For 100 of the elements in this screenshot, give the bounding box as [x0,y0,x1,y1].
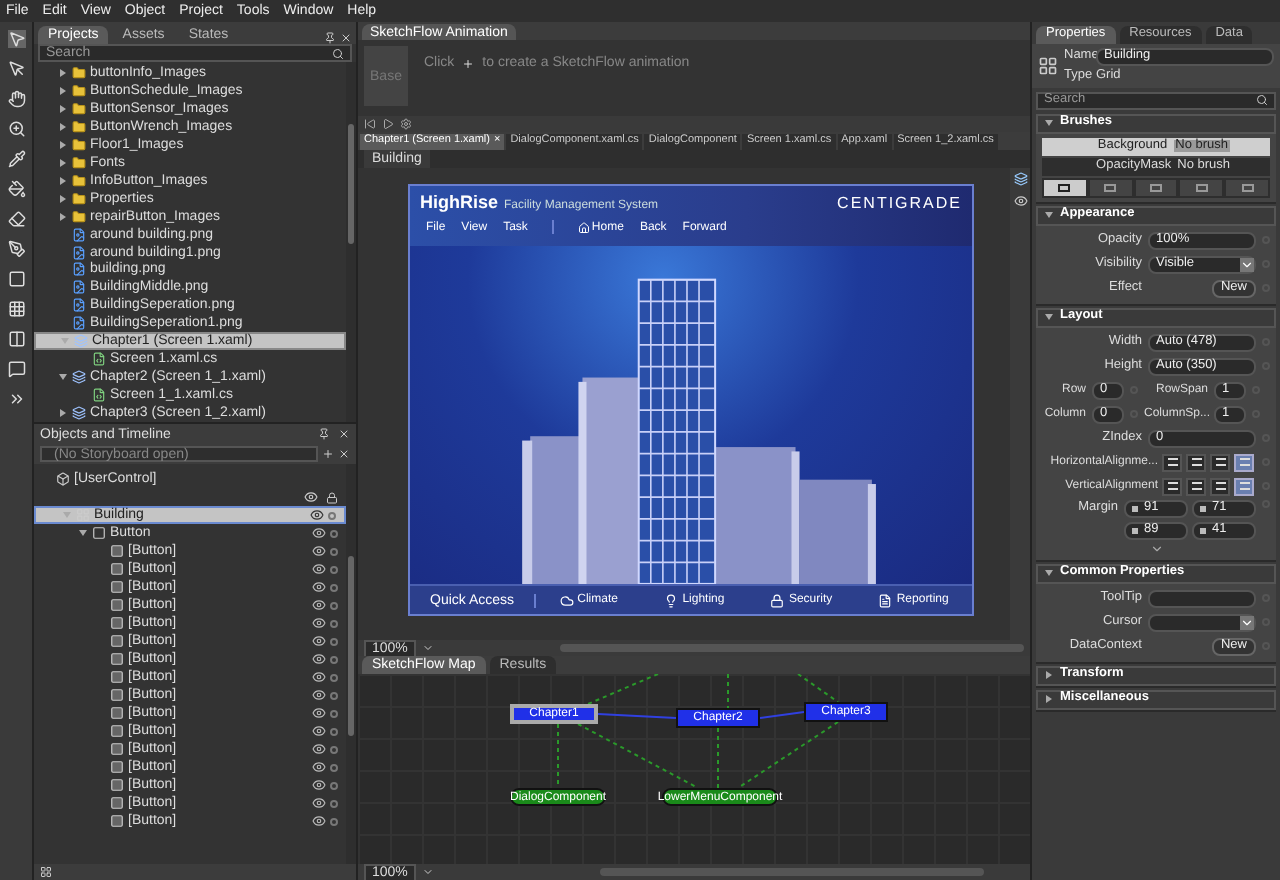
lock-toggle-icon[interactable] [330,727,338,735]
alignment-option[interactable] [1186,477,1206,495]
caret-down-icon[interactable] [58,372,68,383]
caret-down-icon[interactable] [78,528,88,538]
caret-right-icon[interactable] [58,103,68,114]
brush-type-tab[interactable] [1180,179,1223,195]
lock-toggle-icon[interactable] [330,547,338,555]
eyedropper-icon[interactable] [7,150,25,168]
paint-bucket-icon[interactable] [7,180,25,198]
alignment-option[interactable] [1186,453,1206,471]
lock-toggle-icon[interactable] [330,691,338,699]
add-icon[interactable] [462,57,475,69]
pen-icon[interactable] [7,240,25,258]
caret-right-icon[interactable] [58,157,68,168]
eye-icon[interactable] [312,526,326,540]
caret-right-icon[interactable] [1044,694,1054,704]
lock-toggle-icon[interactable] [330,529,338,537]
eye-icon[interactable] [312,616,326,630]
brush-type-tab[interactable] [1089,179,1132,195]
caret-right-icon[interactable] [58,408,68,419]
add-icon[interactable] [322,448,334,460]
caret-right-icon[interactable] [58,67,68,78]
eye-icon[interactable] [312,706,326,720]
settings-icon[interactable] [400,118,412,130]
eye-icon[interactable] [312,544,326,558]
eye-icon[interactable] [312,652,326,666]
caret-right-icon[interactable] [58,211,68,222]
lock-toggle-icon[interactable] [330,745,338,753]
expand-icon[interactable] [1149,541,1163,555]
caret-down-icon[interactable] [1044,312,1054,322]
property-field[interactable] [1148,589,1256,607]
lock-toggle-icon[interactable] [330,763,338,771]
lock-toggle-icon[interactable] [330,619,338,627]
close-icon[interactable] [338,428,350,440]
eye-icon[interactable] [312,760,326,774]
lock-toggle-icon[interactable] [330,673,338,681]
alignment-option[interactable] [1234,477,1254,495]
caret-right-icon[interactable] [1044,670,1054,680]
brush-type-tab[interactable] [1044,179,1086,195]
caret-right-icon[interactable] [58,85,68,96]
lock-toggle-icon[interactable] [330,583,338,591]
lock-icon[interactable] [326,491,338,503]
alignment-option[interactable] [1234,453,1254,471]
eye-icon[interactable] [312,742,326,756]
lock-toggle-icon[interactable] [330,655,338,663]
eye-icon[interactable] [312,688,326,702]
close-icon[interactable] [338,448,350,460]
grid-icon[interactable] [7,300,25,318]
close-icon[interactable] [340,32,352,44]
layout-icon[interactable] [40,866,52,878]
caret-down-icon[interactable] [1044,210,1054,220]
eye-icon[interactable] [312,670,326,684]
brush-type-tab[interactable] [1226,179,1268,195]
lock-toggle-icon[interactable] [330,637,338,645]
brush-type-tab[interactable] [1135,179,1177,195]
lock-toggle-icon[interactable] [330,817,338,825]
caret-down-icon[interactable] [1044,568,1054,578]
layout-icon[interactable] [7,330,25,348]
direct-selection-icon[interactable] [7,60,25,78]
caret-right-icon[interactable] [58,121,68,132]
eraser-icon[interactable] [7,210,25,228]
eye-icon[interactable] [312,598,326,612]
pan-icon[interactable] [7,90,25,108]
alignment-option[interactable] [1210,477,1230,495]
caret-right-icon[interactable] [58,175,68,186]
pin-icon[interactable] [318,428,330,440]
chevron-down-icon[interactable] [421,866,434,878]
rectangle-icon[interactable] [7,270,25,288]
play-icon[interactable] [382,118,394,130]
scrollbar[interactable] [346,62,356,422]
lock-toggle-icon[interactable] [330,781,338,789]
alignment-option[interactable] [1210,453,1230,471]
scrollbar[interactable] [346,464,356,864]
skip-back-icon[interactable] [364,118,376,130]
alignment-option[interactable] [1162,453,1182,471]
eye-icon[interactable] [312,724,326,738]
lock-toggle-icon[interactable] [330,799,338,807]
eye-icon[interactable] [312,634,326,648]
alignment-option[interactable] [1162,477,1182,495]
caret-right-icon[interactable] [58,193,68,204]
eye-icon[interactable] [310,508,324,522]
comment-icon[interactable] [7,360,25,378]
eye-icon[interactable] [312,796,326,810]
more-tools-icon[interactable] [7,390,25,408]
dropdown[interactable] [1148,613,1256,631]
lock-toggle-icon[interactable] [330,565,338,573]
caret-down-icon[interactable] [1044,118,1054,128]
lock-toggle-icon[interactable] [330,709,338,717]
lock-toggle-icon[interactable] [330,601,338,609]
zoom-icon[interactable] [7,120,25,138]
caret-right-icon[interactable] [58,139,68,150]
eye-icon[interactable] [312,562,326,576]
chevron-down-icon[interactable] [421,642,434,654]
eye-icon[interactable] [312,580,326,594]
pin-icon[interactable] [324,32,336,44]
lock-toggle-icon[interactable] [328,511,336,519]
eye-icon[interactable] [312,814,326,828]
selection-icon[interactable] [7,30,25,48]
eye-icon[interactable] [312,778,326,792]
layers-icon[interactable] [1013,172,1027,186]
